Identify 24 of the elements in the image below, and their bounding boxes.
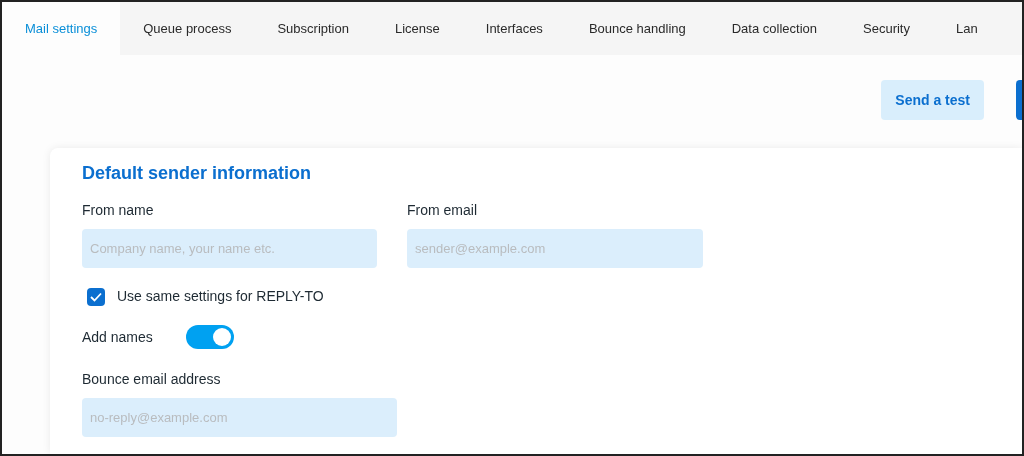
section-title: Default sender information xyxy=(82,162,313,185)
send-test-button[interactable]: Send a test xyxy=(881,80,984,120)
tab[interactable]: Subscription xyxy=(254,2,372,55)
tab[interactable]: Lan xyxy=(933,2,1001,55)
input-field[interactable]: no-reply@example.com xyxy=(82,398,397,437)
partial-button[interactable] xyxy=(1016,80,1022,120)
checkmark-icon xyxy=(90,291,102,302)
field-label: From name xyxy=(82,201,155,220)
checkbox-label: Use same settings for REPLY-TO xyxy=(117,287,324,306)
checkbox[interactable] xyxy=(87,287,105,306)
tab[interactable]: Mail settings xyxy=(2,2,121,55)
field-label: From email xyxy=(407,201,478,220)
tab[interactable]: License xyxy=(371,2,463,55)
tab[interactable]: Queue process xyxy=(120,2,255,55)
tab[interactable]: Bounce handling xyxy=(565,2,709,55)
input-field[interactable]: sender@example.com xyxy=(407,229,703,268)
toggle-knob xyxy=(212,328,231,346)
input-field[interactable]: Company name, your name etc. xyxy=(82,229,377,268)
toggle-label: Add names xyxy=(82,327,153,347)
tab[interactable]: Data collection xyxy=(708,2,840,55)
tab[interactable]: Interfaces xyxy=(462,2,566,55)
tab[interactable]: Security xyxy=(840,2,933,55)
field-label: Bounce email address xyxy=(82,370,222,389)
toggle-switch[interactable] xyxy=(185,325,234,349)
